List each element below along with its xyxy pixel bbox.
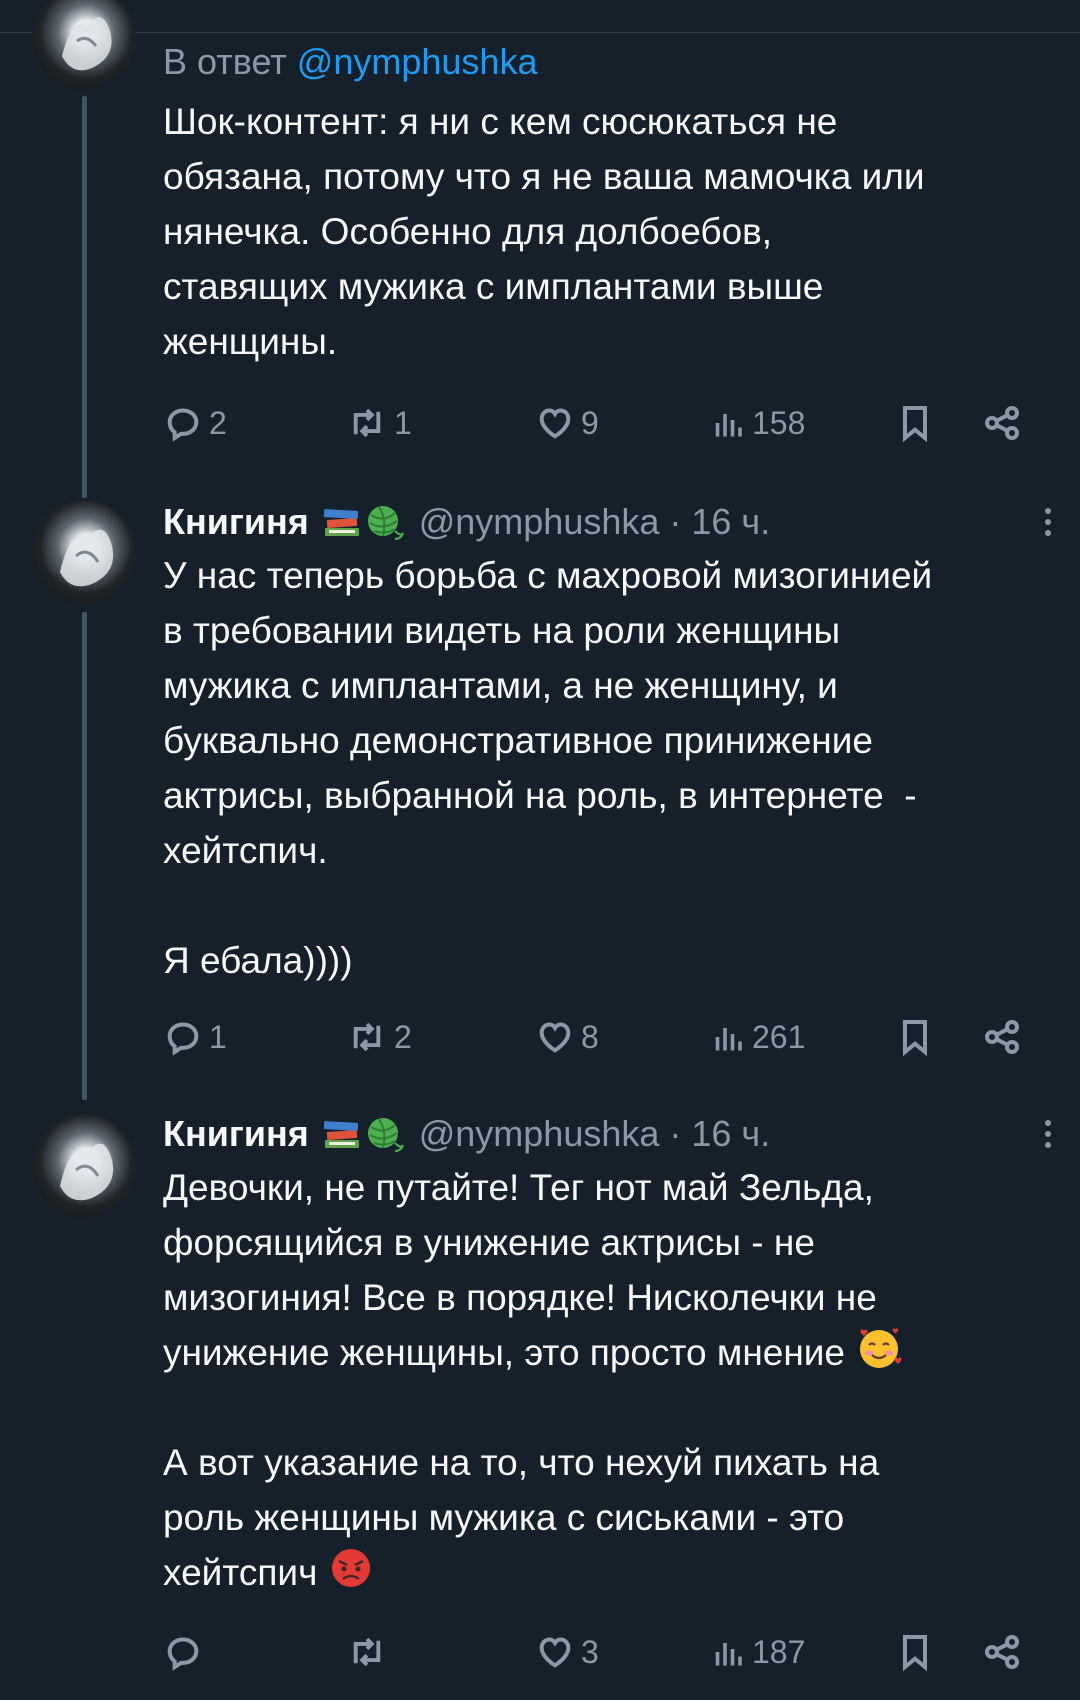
bookmark-icon — [903, 1635, 927, 1672]
yarn-emoji — [367, 506, 404, 540]
bookmark-button[interactable] — [895, 1015, 935, 1059]
reply-icon — [167, 408, 199, 442]
share-button[interactable] — [980, 401, 1024, 445]
share-icon — [985, 1020, 1019, 1054]
views-count: 158 — [752, 404, 806, 441]
tweet-text: Девочки, не путайте! Тег нот май Зельда,… — [163, 1160, 1043, 1600]
tweet-header: Книгиня @nymphushka · 16 ч. — [163, 1112, 1051, 1156]
more-options-button[interactable] — [1038, 500, 1058, 544]
repost-button[interactable]: 1 — [346, 401, 412, 445]
tweet-text: У нас теперь борьба с махровой мизогиние… — [163, 555, 933, 981]
reply-button[interactable] — [163, 1630, 209, 1674]
reply-to-label: В ответ @nymphushka — [163, 40, 1043, 84]
reply-button[interactable]: 1 — [163, 1015, 227, 1059]
repost-button[interactable] — [346, 1630, 394, 1674]
reply-to-handle-link[interactable]: @nymphushka — [297, 41, 538, 82]
views-count: 261 — [752, 1018, 806, 1055]
like-button[interactable]: 8 — [535, 1015, 599, 1059]
tweet: Книгиня @nymphushka · 16 ч. У нас теперь… — [163, 500, 1051, 988]
bookmark-icon — [903, 406, 927, 443]
views-button[interactable]: 158 — [710, 401, 805, 445]
more-options-button[interactable] — [1038, 1112, 1058, 1156]
angry-face-emoji — [331, 1549, 370, 1587]
bookmark-button[interactable] — [895, 401, 935, 445]
books-emoji — [323, 1121, 359, 1148]
repost-icon — [353, 1637, 381, 1667]
thread-line — [82, 96, 87, 498]
repost-button[interactable]: 2 — [346, 1015, 412, 1059]
reply-button[interactable]: 2 — [163, 401, 227, 445]
reply-count: 1 — [209, 1018, 227, 1055]
avatar[interactable] — [32, 1114, 136, 1218]
like-count: 8 — [581, 1018, 599, 1055]
views-icon — [715, 1643, 742, 1666]
reply-count: 2 — [209, 404, 227, 441]
reply-to-prefix: В ответ — [163, 41, 287, 82]
bookmark-button[interactable] — [895, 1630, 935, 1674]
thread-line — [82, 612, 87, 1100]
tweet: В ответ @nymphushka Шок-контент: я ни с … — [163, 40, 1043, 369]
yarn-emoji — [367, 1118, 404, 1152]
repost-icon — [353, 408, 381, 438]
handle-and-time[interactable]: @nymphushka · 16 ч. — [419, 1112, 770, 1156]
name-emoji — [321, 1115, 405, 1153]
tweet-actions: 2 1 9 158 — [163, 401, 1043, 445]
views-icon — [715, 414, 742, 437]
views-icon — [715, 1028, 742, 1051]
views-button[interactable]: 261 — [710, 1015, 805, 1059]
share-icon — [985, 406, 1019, 440]
like-button[interactable]: 9 — [535, 401, 599, 445]
handle-and-time[interactable]: @nymphushka · 16 ч. — [419, 500, 770, 544]
tweet-text: Шок-контент: я ни с кем сюсюкаться не об… — [163, 101, 925, 362]
views-button[interactable]: 187 — [710, 1630, 805, 1674]
bookmark-icon — [903, 1020, 927, 1057]
heart-icon — [539, 408, 571, 439]
share-button[interactable] — [980, 1015, 1024, 1059]
like-count: 9 — [581, 404, 599, 441]
repost-count: 2 — [394, 1018, 412, 1055]
share-button[interactable] — [980, 1630, 1024, 1674]
like-count: 3 — [581, 1633, 599, 1670]
smiling-face-with-hearts-emoji — [860, 1328, 902, 1368]
reply-icon — [167, 1637, 199, 1671]
top-divider — [0, 32, 1080, 33]
tweet-text-part1: Девочки, не путайте! Тег нот май Зельда,… — [163, 1167, 877, 1373]
share-icon — [985, 1635, 1019, 1669]
repost-icon — [353, 1022, 381, 1052]
author-name[interactable]: Книгиня — [163, 500, 309, 544]
views-count: 187 — [752, 1633, 806, 1670]
repost-count: 1 — [394, 404, 412, 441]
heart-icon — [539, 1022, 571, 1053]
tweet-actions: 3 187 — [163, 1630, 1043, 1674]
tweet-actions: 1 2 8 261 — [163, 1015, 1043, 1059]
reply-icon — [167, 1022, 199, 1056]
heart-icon — [539, 1637, 571, 1668]
author-name[interactable]: Книгиня — [163, 1112, 309, 1156]
tweet: Книгиня @nymphushka · 16 ч. Девочки, не … — [163, 1112, 1051, 1600]
tweet-text-part2: А вот указание на то, что нехуй пихать н… — [163, 1442, 880, 1593]
like-button[interactable]: 3 — [535, 1630, 599, 1674]
name-emoji — [321, 503, 405, 541]
tweet-header: Книгиня @nymphushka · 16 ч. — [163, 500, 1051, 544]
books-emoji — [323, 509, 359, 536]
avatar[interactable] — [32, 0, 136, 90]
avatar[interactable] — [32, 500, 136, 604]
